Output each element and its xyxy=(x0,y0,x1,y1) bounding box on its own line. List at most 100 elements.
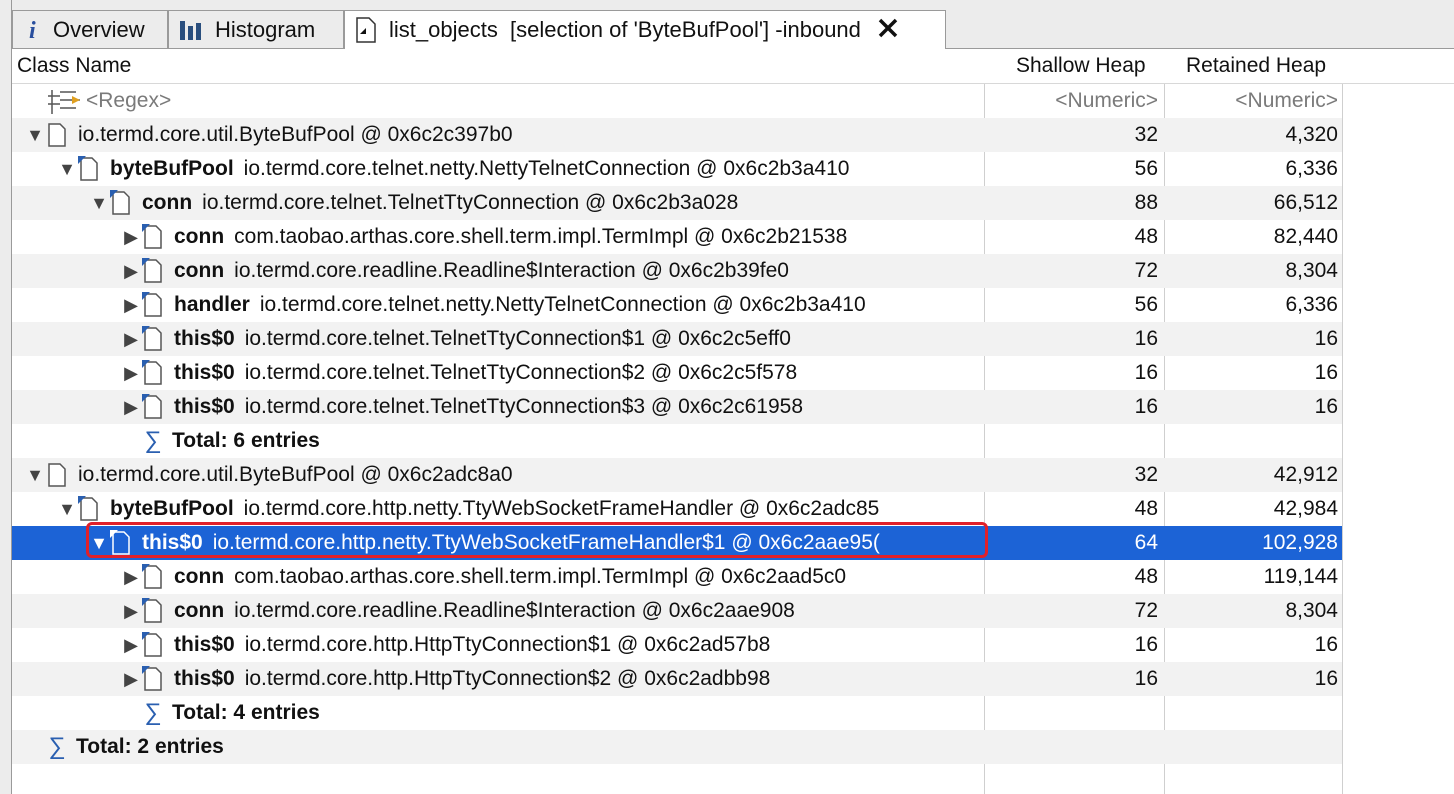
tree-row[interactable]: ▶ this$0 io.termd.core.telnet.TelnetTtyCon… xyxy=(12,356,1342,390)
tree-row[interactable]: ▼ byteBufPool io.termd.core.http.netty.Tty… xyxy=(12,492,1342,526)
field-name: this$0 xyxy=(174,667,235,690)
tree-row[interactable]: ▶ this$0 io.termd.core.http.HttpTtyConnect… xyxy=(12,628,1342,662)
collapse-toggle-icon[interactable]: ▶ xyxy=(122,601,140,622)
shallow-heap-value: 48 xyxy=(1134,497,1158,520)
object-icon xyxy=(142,292,164,318)
field-name: conn xyxy=(174,259,225,282)
tree-row[interactable]: ▼ byteBufPool io.termd.core.telnet.netty.N… xyxy=(12,152,1342,186)
tree-row[interactable]: ▶ this$0 io.termd.core.telnet.TelnetTtyCon… xyxy=(12,390,1342,424)
total-row: ∑ Total: 4 entries xyxy=(12,696,1342,730)
tree-row[interactable]: ▶ conn com.taobao.arthas.core.shell.term.i… xyxy=(12,220,1342,254)
retained-heap-value: 66,512 xyxy=(1273,191,1338,214)
total-row: ∑ Total: 6 entries xyxy=(12,424,1342,458)
shallow-filter-input[interactable]: <Numeric> xyxy=(984,84,1158,118)
class-instance-label: io.termd.core.util.ByteBufPool @ 0x6c2ad… xyxy=(78,463,513,486)
retained-heap-value: 16 xyxy=(1314,327,1338,350)
regex-filter-input[interactable]: <Regex> xyxy=(86,89,171,113)
expand-toggle-icon[interactable]: ▼ xyxy=(26,125,44,146)
svg-text:i: i xyxy=(29,18,36,42)
total-row: ∑ Total: 2 entries xyxy=(12,730,1342,764)
tree-row[interactable]: ▶ conn io.termd.core.readline.Readline$Int… xyxy=(12,594,1342,628)
expand-toggle-icon[interactable]: ▼ xyxy=(58,499,76,520)
field-name: byteBufPool xyxy=(110,497,234,520)
expand-toggle-icon[interactable]: ▼ xyxy=(90,533,108,554)
shallow-heap-value: 32 xyxy=(1134,123,1158,146)
field-name: handler xyxy=(174,293,250,316)
object-icon xyxy=(78,496,100,522)
retained-heap-value: 119,144 xyxy=(1263,565,1338,588)
retained-heap-value: 16 xyxy=(1314,395,1338,418)
class-instance-label: io.termd.core.readline.Readline$Interact… xyxy=(234,599,795,622)
object-icon xyxy=(46,122,68,148)
class-instance-label: io.termd.core.http.HttpTtyConnection$1 @… xyxy=(244,633,771,656)
tree-row[interactable]: ▼ io.termd.core.util.ByteBufPool @ 0x6c2c… xyxy=(12,118,1342,152)
editor-tab-bar: i Overview Histogram list_objects [selec… xyxy=(12,0,1454,49)
retained-heap-value: 8,304 xyxy=(1285,599,1338,622)
shallow-heap-value: 64 xyxy=(1134,531,1158,554)
object-icon xyxy=(110,190,132,216)
tab-overview[interactable]: i Overview xyxy=(12,10,168,48)
column-header-retained-heap[interactable]: Retained Heap xyxy=(1186,54,1326,78)
total-label: Total: 4 entries xyxy=(172,701,320,724)
tree-row[interactable]: ▼ conn io.termd.core.telnet.TelnetTtyConne… xyxy=(12,186,1342,220)
tree-row[interactable]: ▶ this$0 io.termd.core.telnet.TelnetTtyCon… xyxy=(12,322,1342,356)
retained-heap-value: 42,912 xyxy=(1273,463,1338,486)
class-instance-label: io.termd.core.telnet.netty.NettyTelnetCo… xyxy=(259,293,866,316)
collapse-toggle-icon[interactable]: ▶ xyxy=(122,397,140,418)
class-instance-label: io.termd.core.http.HttpTtyConnection$2 @… xyxy=(244,667,771,690)
collapse-toggle-icon[interactable]: ▶ xyxy=(122,227,140,248)
sum-icon: ∑ xyxy=(48,733,66,760)
tree-row[interactable]: ▼ io.termd.core.util.ByteBufPool @ 0x6c2a… xyxy=(12,458,1342,492)
column-header-class-name[interactable]: Class Name xyxy=(17,54,131,78)
class-instance-label: io.termd.core.readline.Readline$Interact… xyxy=(234,259,789,282)
collapse-toggle-icon[interactable]: ▶ xyxy=(122,567,140,588)
object-icon xyxy=(142,598,164,624)
class-instance-label: io.termd.core.http.netty.TtyWebSocketFra… xyxy=(212,531,880,554)
field-name: conn xyxy=(174,599,225,622)
column-header-shallow-heap[interactable]: Shallow Heap xyxy=(1016,54,1146,78)
close-icon[interactable] xyxy=(877,17,899,44)
collapse-toggle-icon[interactable]: ▶ xyxy=(122,261,140,282)
field-name: byteBufPool xyxy=(110,157,234,180)
total-label: Total: 2 entries xyxy=(76,735,224,758)
retained-heap-value xyxy=(1164,696,1338,730)
collapse-toggle-icon[interactable]: ▶ xyxy=(122,329,140,350)
object-icon xyxy=(142,224,164,250)
shallow-heap-value: 56 xyxy=(1134,157,1158,180)
collapse-toggle-icon[interactable]: ▶ xyxy=(122,363,140,384)
retained-heap-value: 16 xyxy=(1314,361,1338,384)
object-icon xyxy=(46,462,68,488)
tree-row[interactable]: ▶ handler io.termd.core.telnet.netty.Netty… xyxy=(12,288,1342,322)
shallow-heap-value: 72 xyxy=(1134,599,1158,622)
field-name: this$0 xyxy=(174,361,235,384)
tree-row[interactable]: ▶ this$0 io.termd.core.http.HttpTtyConnect… xyxy=(12,662,1342,696)
tree-row[interactable]: ▶ conn com.taobao.arthas.core.shell.term.i… xyxy=(12,560,1342,594)
tab-histogram[interactable]: Histogram xyxy=(168,10,344,48)
expand-toggle-icon[interactable]: ▼ xyxy=(90,193,108,214)
shallow-heap-value: 16 xyxy=(1134,361,1158,384)
tab-label: Overview xyxy=(53,16,145,42)
object-icon xyxy=(78,156,100,182)
retained-heap-value: 16 xyxy=(1314,633,1338,656)
class-instance-label: io.termd.core.telnet.TelnetTtyConnection… xyxy=(244,361,798,384)
class-instance-label: io.termd.core.telnet.netty.NettyTelnetCo… xyxy=(243,157,850,180)
retained-heap-value: 16 xyxy=(1314,667,1338,690)
total-label: Total: 6 entries xyxy=(172,429,320,452)
tab-list-objects[interactable]: list_objects [selection of 'ByteBufPool'… xyxy=(344,10,946,49)
object-icon xyxy=(142,394,164,420)
object-icon xyxy=(142,564,164,590)
expand-toggle-icon[interactable]: ▼ xyxy=(58,159,76,180)
shallow-heap-value xyxy=(984,730,1158,764)
object-icon xyxy=(142,326,164,352)
class-instance-label: com.taobao.arthas.core.shell.term.impl.T… xyxy=(234,565,847,588)
shallow-heap-value xyxy=(984,424,1158,458)
tree-row[interactable]: ▶ conn io.termd.core.readline.Readline$Int… xyxy=(12,254,1342,288)
query-result-icon xyxy=(355,17,377,43)
collapse-toggle-icon[interactable]: ▶ xyxy=(122,669,140,690)
collapse-toggle-icon[interactable]: ▶ xyxy=(122,295,140,316)
retained-filter-input[interactable]: <Numeric> xyxy=(1164,84,1338,118)
tree-row[interactable]: ▼ this$0 io.termd.core.http.netty.TtyWebSo… xyxy=(12,526,1342,560)
expand-toggle-icon[interactable]: ▼ xyxy=(26,465,44,486)
class-instance-label: io.termd.core.telnet.TelnetTtyConnection… xyxy=(202,191,739,214)
collapse-toggle-icon[interactable]: ▶ xyxy=(122,635,140,656)
